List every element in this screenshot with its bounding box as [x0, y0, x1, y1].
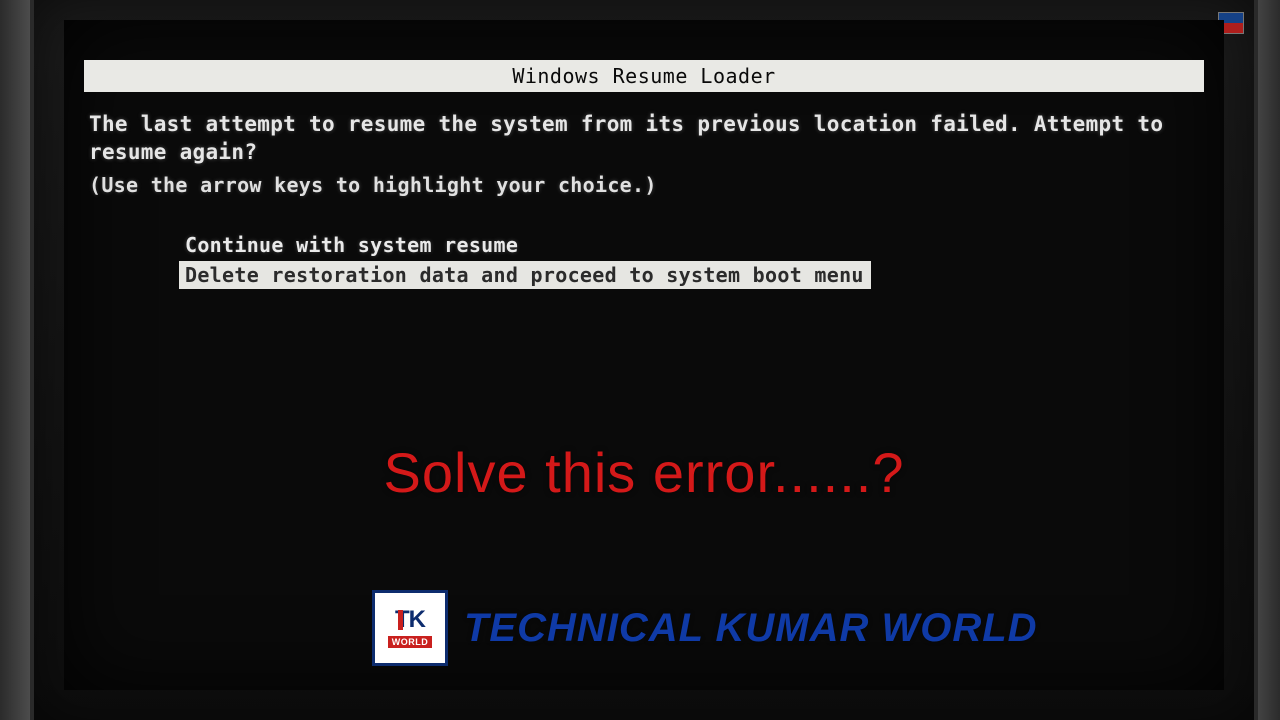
photo-edge-left: [0, 0, 30, 720]
channel-logo-icon: TK WORLD: [372, 590, 448, 666]
channel-brand: TK WORLD TECHNICAL KUMAR WORLD: [372, 590, 1038, 666]
monitor-frame: Windows Resume Loader The last attempt t…: [30, 0, 1258, 720]
logo-main-text: TK: [395, 608, 425, 632]
overlay-caption-text: Solve this error......?: [384, 440, 905, 505]
channel-name-text: TECHNICAL KUMAR WORLD: [464, 606, 1038, 651]
boot-title-bar: Windows Resume Loader: [84, 60, 1204, 92]
boot-option-delete-restoration[interactable]: Delete restoration data and proceed to s…: [179, 261, 871, 289]
logo-sub-text: WORLD: [388, 636, 433, 648]
boot-option-continue-resume[interactable]: Continue with system resume: [179, 231, 871, 259]
boot-error-message: The last attempt to resume the system fr…: [89, 110, 1199, 167]
boot-hint-text: (Use the arrow keys to highlight your ch…: [89, 173, 1199, 197]
boot-options-list: Continue with system resume Delete resto…: [179, 231, 1204, 289]
